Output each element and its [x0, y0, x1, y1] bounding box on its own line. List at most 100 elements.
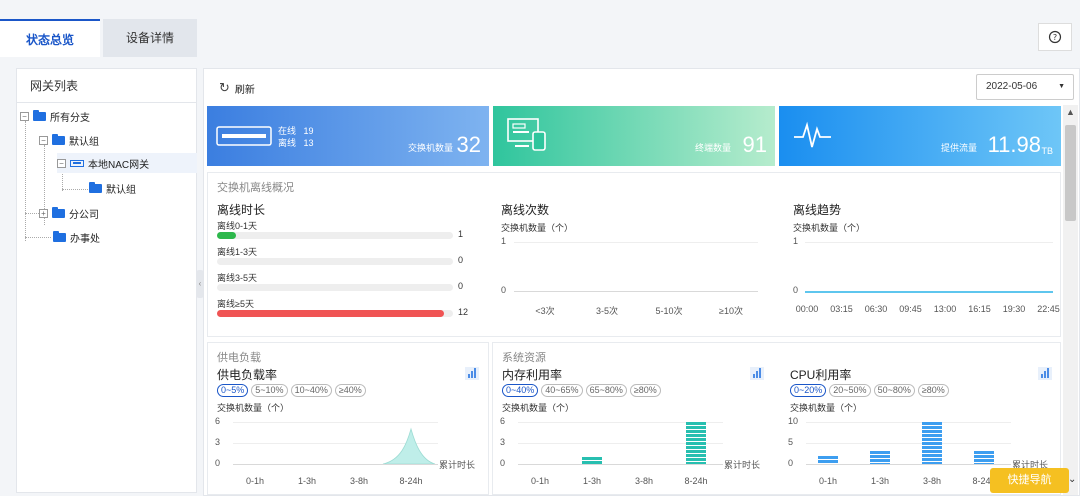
memory-xtick: 3-8h [634, 476, 653, 486]
memory-range-pill[interactable]: 65~80% [585, 384, 627, 397]
power-load-range-pill[interactable]: 10~40% [290, 384, 332, 397]
tab-device-details[interactable]: 设备详情 [103, 19, 197, 57]
collapse-icon[interactable]: − [39, 135, 48, 145]
memory-range-pill[interactable]: 0~40% [502, 384, 539, 397]
power-load-range-pill[interactable]: 0~5% [217, 384, 249, 397]
switch-icon [216, 126, 272, 146]
refresh-button[interactable]: ↻ 刷新 [219, 80, 255, 96]
power-load-range-pill[interactable]: ≥40% [334, 384, 366, 397]
tree-node-default-group[interactable]: − 默认组 [39, 130, 195, 150]
top-tab-bar: 状态总览 设备详情 ? [0, 0, 1080, 57]
collapse-icon[interactable]: − [57, 158, 66, 168]
chart-toggle-icon[interactable] [465, 367, 479, 380]
offline-trend-title: 离线趋势 [793, 203, 842, 217]
quick-nav-button[interactable]: 快捷导航 [990, 468, 1069, 493]
cpu-range-pill[interactable]: 20~50% [829, 384, 871, 397]
gateway-icon [70, 159, 84, 167]
cpu-xtick: 3-8h [922, 476, 941, 486]
memory-ytick: 6 [500, 416, 506, 426]
offline-duration-value: 1 [458, 229, 464, 239]
memory-ytick: 0 [500, 458, 506, 468]
cpu-range-pill[interactable]: 0~20% [790, 384, 827, 397]
scroll-up-icon[interactable]: ▲ [1066, 107, 1075, 117]
offline-trend-xtick: 22:45 [1037, 304, 1060, 314]
switch-count-card: 在线 19 离线 13 交换机数量 32 [207, 106, 489, 166]
chevron-down-icon[interactable]: ⌄ [1068, 474, 1076, 485]
offline-trend-xtick: 13:00 [933, 304, 957, 314]
tab-overview[interactable]: 状态总览 [0, 19, 100, 57]
power-load-ytick: 0 [215, 458, 221, 468]
tree-node-local-nac-gateway[interactable]: − 本地NAC网关 [57, 153, 197, 173]
folder-icon [53, 230, 66, 242]
date-picker[interactable]: 2022-05-06 ▼ [976, 74, 1074, 100]
collapse-icon[interactable]: − [20, 111, 29, 121]
memory-ytick: 3 [500, 437, 506, 447]
main-panel: ↻ 刷新 2022-05-06 ▼ 在线 19 离线 13 交换机数量 32 终… [203, 68, 1080, 496]
memory-xtick: 0-1h [530, 476, 549, 486]
tree-node-office[interactable]: 办事处 [53, 227, 195, 247]
folder-icon [33, 109, 46, 121]
switch-count-value: 32 [456, 132, 481, 157]
offline-trend-ytick-top: 1 [793, 236, 799, 246]
cpu-ytick: 10 [788, 416, 799, 426]
svg-text:?: ? [1053, 33, 1057, 42]
memory-ylabel: 交换机数量（个） [502, 403, 575, 413]
cpu-title: CPU利用率 [790, 368, 852, 382]
offline-count-xtick: 5-10次 [655, 306, 683, 316]
offline-count-ylabel: 交换机数量（个） [501, 223, 574, 233]
tree-node-default-subgroup[interactable]: 默认组 [89, 178, 189, 198]
expand-icon[interactable]: + [39, 208, 48, 218]
chart-toggle-icon[interactable] [1038, 367, 1052, 380]
power-load-xlabel: 累计时长 [439, 460, 476, 470]
cpu-ytick: 5 [788, 437, 794, 447]
folder-icon [52, 133, 65, 145]
memory-range-pill[interactable]: 40~65% [541, 384, 583, 397]
chart-toggle-icon[interactable] [750, 367, 764, 380]
power-load-xtick: 8-24h [399, 476, 423, 486]
power-load-area [382, 427, 436, 464]
memory-xtick: 8-24h [684, 476, 708, 486]
memory-range-pill[interactable]: ≥80% [629, 384, 661, 397]
power-load-ylabel: 交换机数量（个） [217, 403, 290, 413]
offline-trend-xtick: 03:15 [830, 304, 853, 314]
offline-trend-xtick: 09:45 [899, 304, 922, 314]
cpu-bar [974, 451, 994, 464]
offline-trend-xtick: 16:15 [968, 304, 991, 314]
cpu-gridline [806, 422, 1011, 423]
tree-node-all-branches[interactable]: − 所有分支 [20, 106, 195, 126]
offline-trend-xtick: 06:30 [864, 304, 888, 314]
terminal-count-value: 91 [742, 132, 767, 157]
scrollbar-thumb[interactable] [1065, 125, 1076, 221]
memory-title: 内存利用率 [502, 368, 563, 382]
cpu-range-pill[interactable]: ≥80% [917, 384, 949, 397]
offline-duration-fill [217, 232, 236, 239]
main-scrollbar[interactable]: ▲ [1063, 105, 1078, 495]
power-load-range-pill[interactable]: 5~10% [251, 384, 288, 397]
offline-duration-value: 12 [458, 307, 469, 317]
offline-trend-xtick: 00:00 [795, 304, 819, 314]
cpu-ytick: 0 [788, 458, 794, 468]
offline-count-title: 离线次数 [501, 203, 550, 217]
offline-trend-ytick-zero: 0 [793, 285, 799, 295]
power-load-xtick: 3-8h [349, 476, 368, 486]
power-load-ytick: 3 [215, 437, 221, 447]
memory-range-filter: 0~40% 40~65% 65~80% ≥80% [502, 384, 661, 397]
power-load-area-chart [382, 427, 436, 464]
offline-count-ytick-top: 1 [501, 236, 507, 246]
tree-node-branch-office[interactable]: + 分公司 [39, 203, 195, 223]
offline-duration-track [217, 232, 453, 239]
offline-duration-title: 离线时长 [217, 203, 266, 217]
folder-icon [89, 181, 102, 193]
cpu-ylabel: 交换机数量（个） [790, 403, 863, 413]
switch-count-caption: 交换机数量 [407, 143, 453, 153]
traffic-unit: TB [1041, 146, 1053, 156]
cpu-range-pill[interactable]: 50~80% [873, 384, 915, 397]
memory-xlabel: 累计时长 [724, 460, 761, 470]
pulse-icon [794, 121, 831, 148]
gateway-list-title: 网关列表 [17, 69, 196, 103]
memory-gridline [518, 464, 723, 465]
power-load-ytick: 6 [215, 416, 221, 426]
system-resource-section: 系统资源 内存利用率 0~40% 40~65% 65~80% ≥80% 交换机数量（个） 6… [492, 342, 1061, 495]
help-button[interactable]: ? [1038, 23, 1072, 51]
offline-duration-track [217, 258, 453, 265]
